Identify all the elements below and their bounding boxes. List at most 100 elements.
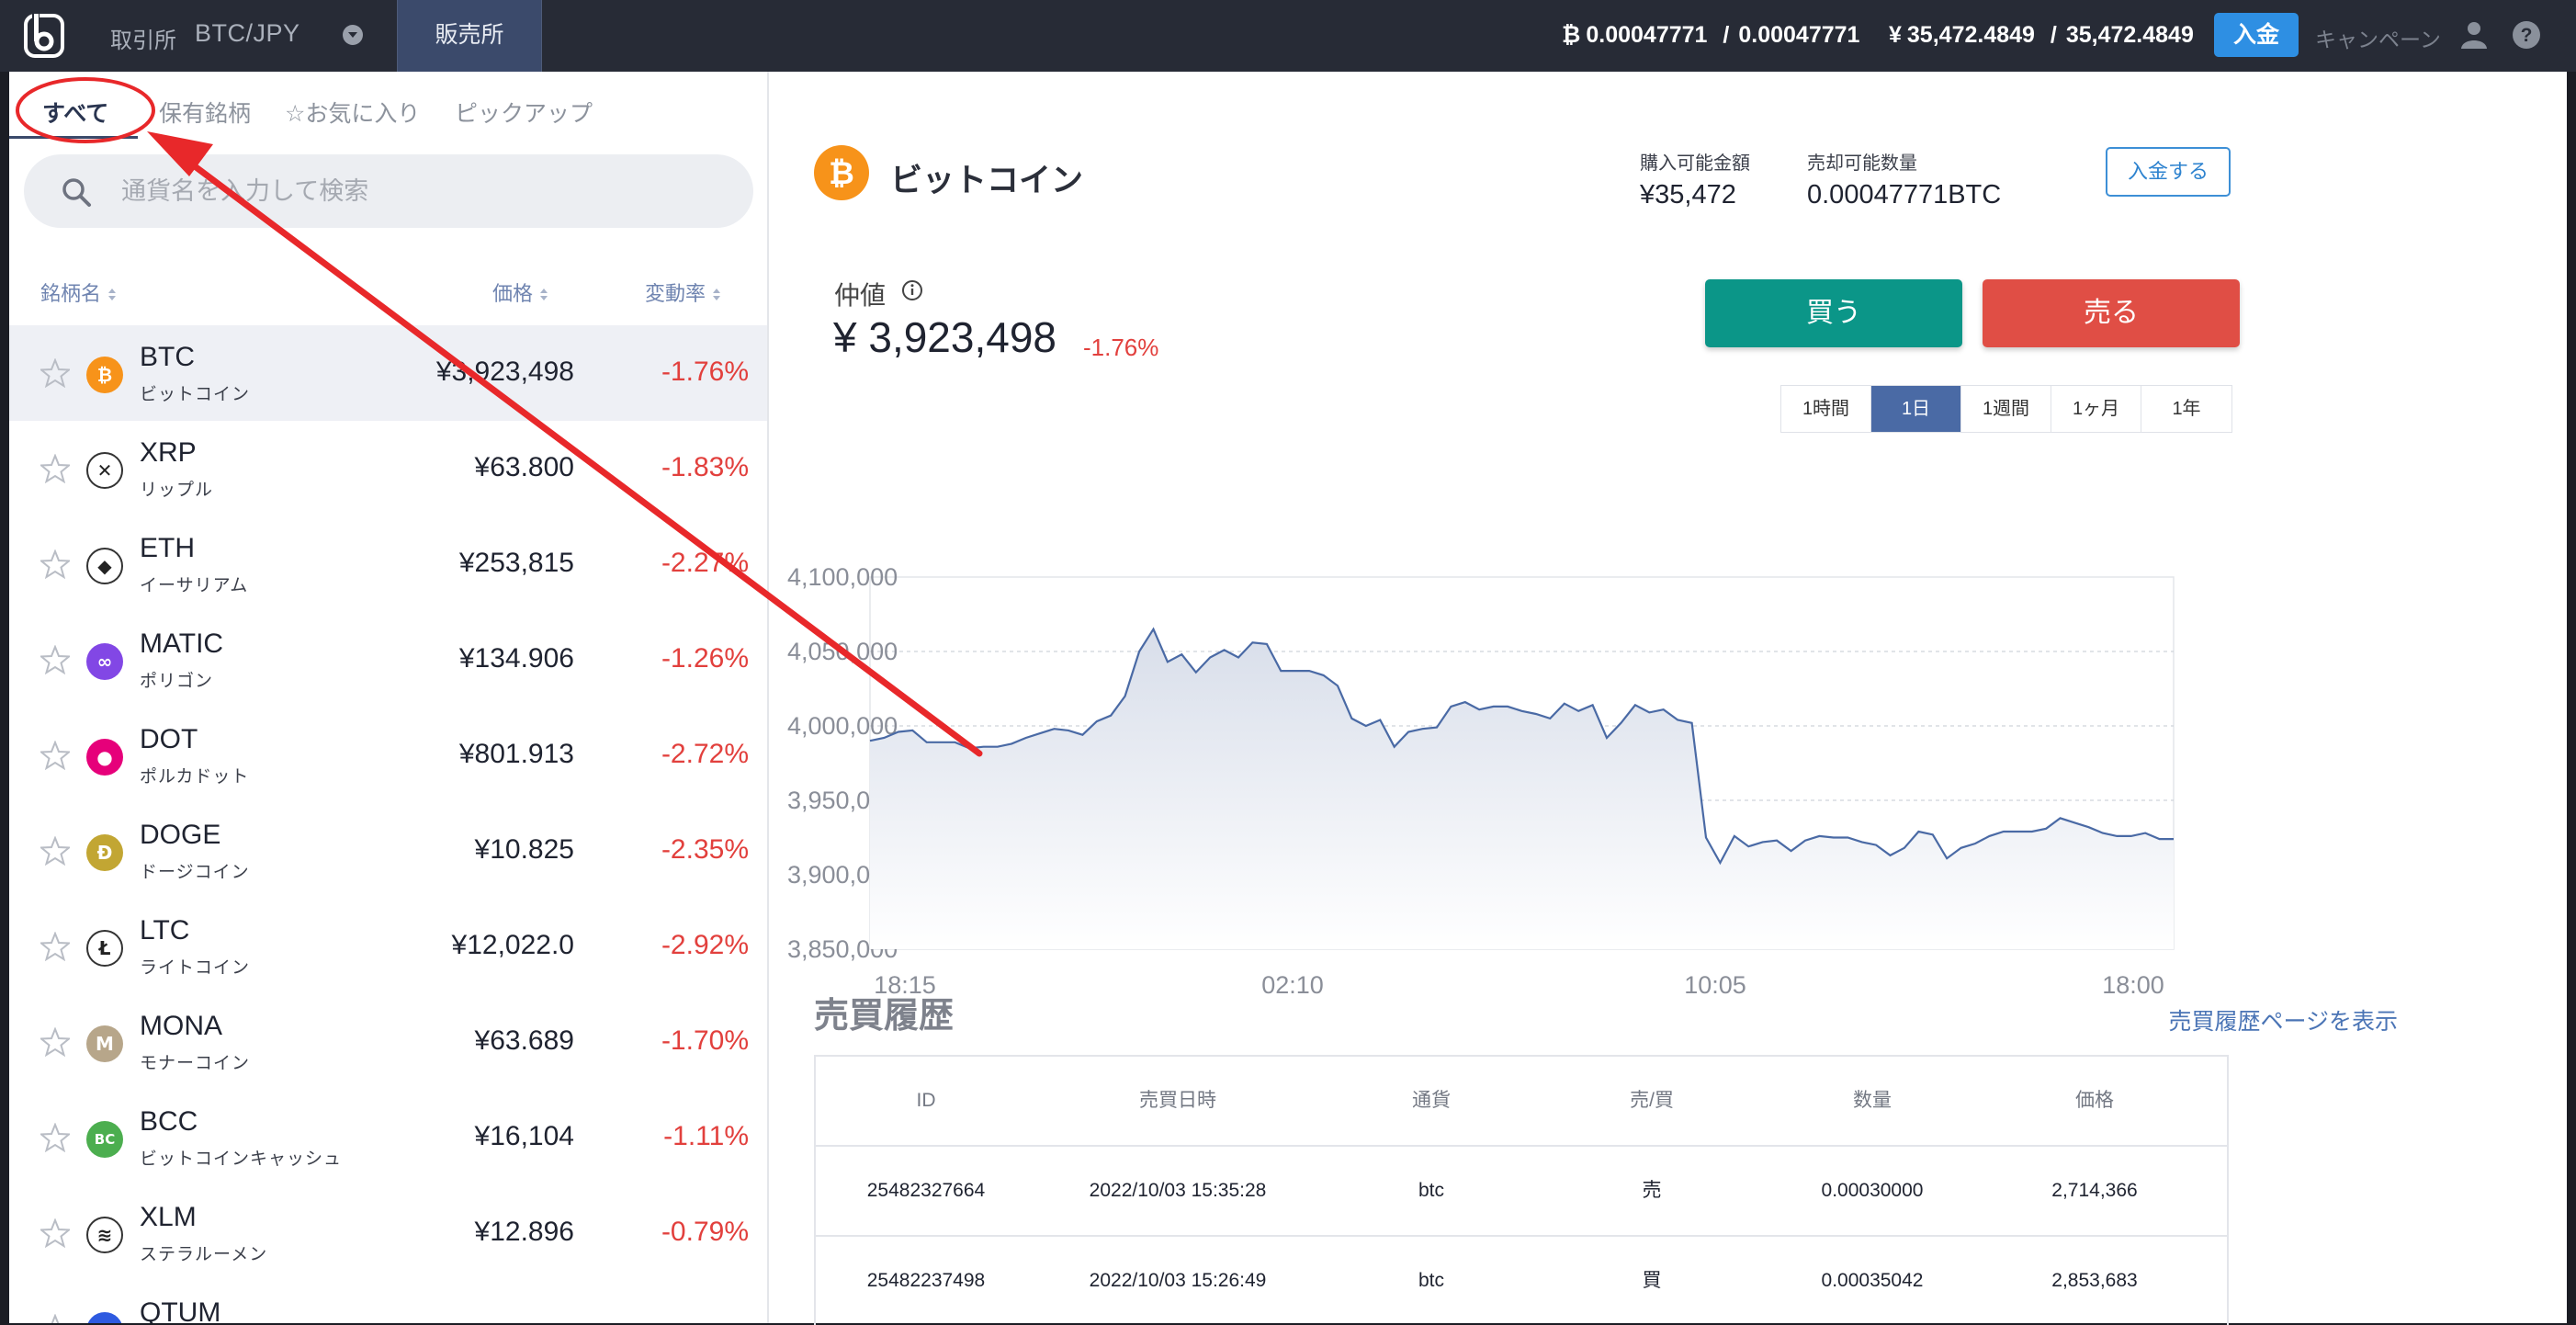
- coin-name: モナーコイン: [140, 1054, 251, 1073]
- tab-sales-office[interactable]: 販売所: [397, 0, 542, 72]
- search-box: [24, 154, 753, 228]
- coin-row-qtum[interactable]: QTUM: [9, 1281, 767, 1323]
- coin-symbol: MONA: [140, 1011, 222, 1041]
- range-button-4[interactable]: 1年: [2141, 386, 2231, 432]
- favorite-star-icon[interactable]: [40, 1123, 70, 1152]
- favorite-star-icon[interactable]: [40, 549, 70, 579]
- favorite-star-icon[interactable]: [40, 932, 70, 961]
- exchange-label[interactable]: 取引所: [110, 22, 176, 54]
- coin-logo-icon: Ł: [86, 930, 123, 967]
- coin-symbol: BCC: [140, 1106, 198, 1137]
- favorite-star-icon[interactable]: [40, 1218, 70, 1248]
- favorite-star-icon[interactable]: [40, 836, 70, 866]
- table-header-cell: ID: [916, 1090, 936, 1111]
- bitcoin-icon: ₿: [1562, 22, 1581, 48]
- coin-price: ¥12.896: [474, 1217, 574, 1247]
- coin-symbol: ETH: [140, 533, 195, 563]
- jpy-balance: ¥35,472.4849 / 35,472.4849: [1889, 22, 2194, 49]
- column-header-change[interactable]: 変動率: [645, 277, 721, 307]
- favorite-star-icon[interactable]: [40, 1027, 70, 1057]
- price-area: [870, 629, 2174, 949]
- table-header-cell: 数量: [1853, 1090, 1892, 1111]
- coin-logo-icon: ✕: [86, 452, 123, 489]
- coin-row-mona[interactable]: M MONA モナーコイン ¥63.689 -1.70%: [9, 994, 767, 1090]
- time-range-selector: 1時間 1日 1週間 1ヶ月 1年: [1780, 385, 2232, 433]
- favorite-star-icon[interactable]: [40, 645, 70, 674]
- coin-row-xlm[interactable]: ≋ XLM ステラルーメン ¥12.896 -0.79%: [9, 1185, 767, 1281]
- coin-logo-icon: ◆: [86, 548, 123, 584]
- coin-row-eth[interactable]: ◆ ETH イーサリアム ¥253,815 -2.27%: [9, 516, 767, 612]
- bitbank-logo-icon[interactable]: [24, 14, 64, 58]
- coin-change: -2.27%: [661, 548, 749, 578]
- campaign-link[interactable]: キャンペーン: [2315, 22, 2441, 53]
- coin-logo-icon: [86, 1312, 123, 1323]
- chevron-down-icon[interactable]: [343, 25, 363, 45]
- favorite-star-icon[interactable]: [40, 358, 70, 388]
- table-cell: 2022/10/03 15:35:28: [1089, 1180, 1267, 1201]
- coin-price: ¥3,923,498: [435, 357, 574, 387]
- search-input[interactable]: [121, 169, 728, 213]
- tab-favorites[interactable]: ☆お気に入り: [285, 96, 420, 129]
- coin-row-btc[interactable]: ₿ BTC ビットコイン ¥3,923,498 -1.76%: [9, 325, 767, 421]
- x-tick-label: 10:05: [1684, 971, 1746, 999]
- coin-price: ¥16,104: [474, 1121, 574, 1151]
- deposit-button[interactable]: 入金: [2214, 13, 2299, 57]
- sell-button[interactable]: 売る: [1983, 279, 2240, 347]
- favorite-star-icon[interactable]: [40, 741, 70, 770]
- coin-change: -1.70%: [661, 1025, 749, 1056]
- range-button-0[interactable]: 1時間: [1781, 386, 1871, 432]
- jpy-balance-value: 35,472.4849: [1906, 22, 2035, 48]
- table-header-cell: 売買日時: [1139, 1090, 1216, 1111]
- tab-pickup[interactable]: ピックアップ: [455, 96, 593, 129]
- table-row: 25482327664 2022/10/03 15:35:28 btc 売 0.0003…: [816, 1147, 2227, 1237]
- coin-logo-icon: ●: [86, 739, 123, 776]
- coin-row-bcc[interactable]: BC BCC ビットコインキャッシュ ¥16,104 -1.11%: [9, 1090, 767, 1185]
- coin-logo-icon: ≋: [86, 1217, 123, 1253]
- coin-logo-icon: ∞: [86, 643, 123, 680]
- coin-symbol: LTC: [140, 915, 190, 946]
- table-cell: 25482237498: [866, 1270, 986, 1291]
- coin-symbol: DOT: [140, 724, 198, 754]
- svg-text:?: ?: [2521, 25, 2533, 46]
- tab-all[interactable]: すべて: [42, 96, 108, 129]
- coin-list-panel: すべて 保有銘柄 ☆お気に入り ピックアップ 銘柄名 価格 変動率 ₿ BTC ビッ…: [9, 72, 769, 1323]
- info-icon[interactable]: [901, 279, 923, 301]
- coin-row-ltc[interactable]: Ł LTC ライトコイン ¥12,022.0 -2.92%: [9, 899, 767, 994]
- deposit-action-button[interactable]: 入金する: [2106, 147, 2231, 197]
- user-icon[interactable]: [2460, 20, 2488, 50]
- range-button-3[interactable]: 1ヶ月: [2051, 386, 2141, 432]
- help-icon[interactable]: ?: [2512, 20, 2541, 50]
- coin-row-doge[interactable]: Ð DOGE ドージコイン ¥10.825 -2.35%: [9, 803, 767, 899]
- range-button-1[interactable]: 1日: [1871, 386, 1961, 432]
- coin-row-dot[interactable]: ● DOT ポルカドット ¥801.913 -2.72%: [9, 708, 767, 803]
- coin-symbol: DOGE: [140, 820, 221, 850]
- coin-row-matic[interactable]: ∞ MATIC ポリゴン ¥134.906 -1.26%: [9, 612, 767, 708]
- tab-holdings[interactable]: 保有銘柄: [159, 96, 251, 129]
- sort-icon: [108, 289, 117, 301]
- history-page-link[interactable]: 売買履歴ページを表示: [2168, 1003, 2398, 1036]
- coin-price: ¥63.689: [474, 1025, 574, 1056]
- column-header-price[interactable]: 価格: [492, 277, 548, 307]
- mid-price-label: 仲値: [834, 281, 887, 310]
- coin-row-xrp[interactable]: ✕ XRP リップル ¥63.800 -1.83%: [9, 421, 767, 516]
- yen-icon: ¥: [1889, 22, 1902, 48]
- coin-price: ¥12,022.0: [451, 930, 574, 960]
- history-table: ID 売買日時 通貨 売/買 数量 価格 25482327664 2022/10/03 15:…: [814, 1055, 2229, 1325]
- sort-icon: [540, 289, 548, 301]
- favorite-star-icon[interactable]: [40, 1314, 70, 1323]
- buy-button[interactable]: 買う: [1705, 279, 1962, 347]
- coin-price: ¥10.825: [474, 834, 574, 865]
- price-chart: 4,100,0004,050,0004,000,0003,950,0003,90…: [787, 563, 2175, 999]
- coin-name: ビットコインキャッシュ: [140, 1149, 343, 1169]
- sellable-value: 0.00047771BTC: [1807, 180, 2002, 210]
- pair-selector[interactable]: BTC/JPY: [195, 19, 300, 48]
- coin-name: ドージコイン: [140, 863, 250, 882]
- btc-balance-alt: 0.00047771: [1738, 22, 1860, 48]
- coin-symbol: QTUM: [140, 1297, 221, 1323]
- coin-name: ポルカドット: [140, 767, 250, 787]
- coin-change: -2.72%: [661, 739, 749, 769]
- range-button-2[interactable]: 1週間: [1961, 386, 2051, 432]
- favorite-star-icon[interactable]: [40, 454, 70, 483]
- column-header-name[interactable]: 銘柄名: [40, 277, 117, 307]
- table-cell: 25482327664: [866, 1180, 986, 1201]
